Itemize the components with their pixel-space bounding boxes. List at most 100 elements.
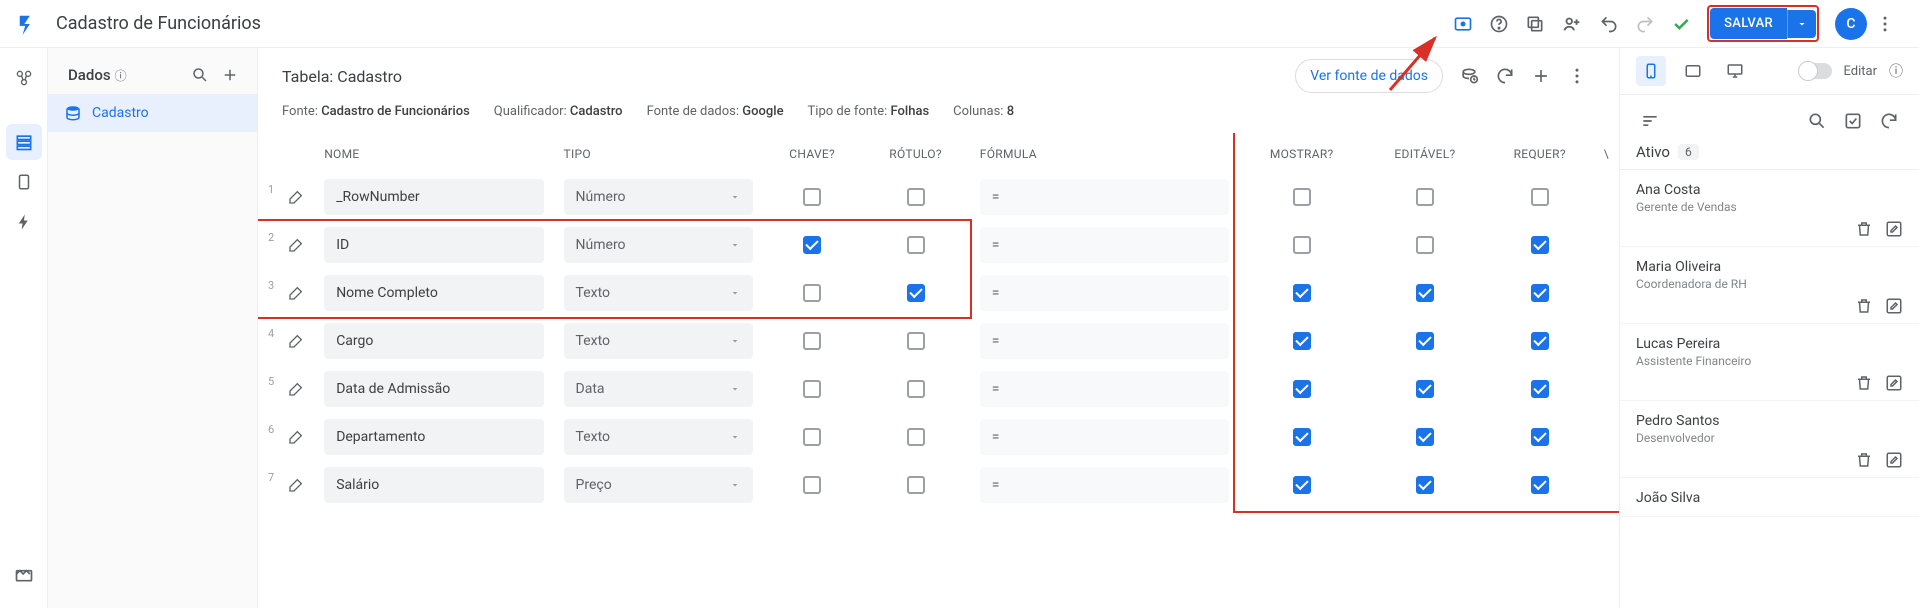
checkbox[interactable] [1416, 476, 1434, 494]
column-name-input[interactable]: Departamento [324, 419, 543, 455]
preview-record[interactable]: Ana CostaGerente de Vendas [1620, 170, 1919, 247]
checkbox[interactable] [1531, 284, 1549, 302]
edit-row-icon[interactable] [278, 269, 314, 317]
more-vert-icon[interactable] [1559, 58, 1595, 94]
copy-icon[interactable] [1517, 6, 1553, 42]
checkbox[interactable] [1416, 332, 1434, 350]
user-avatar[interactable]: C [1835, 8, 1867, 40]
column-name-input[interactable]: _RowNumber [324, 179, 543, 215]
checkbox[interactable] [1293, 476, 1311, 494]
column-type-select[interactable]: Preço [564, 467, 753, 503]
sort-icon[interactable] [1636, 107, 1664, 135]
preview-search-icon[interactable] [1803, 107, 1831, 135]
check-icon[interactable] [1663, 6, 1699, 42]
preview-record[interactable]: João Silva [1620, 478, 1919, 517]
checkbox[interactable] [907, 476, 925, 494]
edit-record-icon[interactable] [1885, 220, 1903, 238]
formula-input[interactable]: = [980, 323, 1229, 359]
edit-row-icon[interactable] [278, 461, 314, 509]
column-type-select[interactable]: Número [564, 227, 753, 263]
nav-home-icon[interactable] [6, 60, 42, 96]
checkbox[interactable] [1416, 188, 1434, 206]
column-type-select[interactable]: Número [564, 179, 753, 215]
nav-views-icon[interactable] [6, 164, 42, 200]
checkbox[interactable] [1293, 380, 1311, 398]
checkbox[interactable] [1531, 236, 1549, 254]
column-type-select[interactable]: Texto [564, 275, 753, 311]
checkbox[interactable] [907, 380, 925, 398]
checkbox[interactable] [907, 236, 925, 254]
help-icon[interactable] [1481, 6, 1517, 42]
edit-row-icon[interactable] [278, 221, 314, 269]
edit-record-icon[interactable] [1885, 374, 1903, 392]
checkbox[interactable] [1531, 188, 1549, 206]
save-dropdown-button[interactable] [1787, 10, 1816, 38]
checkbox[interactable] [907, 188, 925, 206]
add-column-icon[interactable] [1523, 58, 1559, 94]
column-name-input[interactable]: Cargo [324, 323, 543, 359]
more-icon[interactable] [1867, 6, 1903, 42]
column-name-input[interactable]: Nome Completo [324, 275, 543, 311]
delete-record-icon[interactable] [1855, 374, 1873, 392]
edit-row-icon[interactable] [278, 413, 314, 461]
nav-automation-icon[interactable] [6, 204, 42, 240]
nav-settings-icon[interactable] [6, 556, 42, 592]
checkbox[interactable] [803, 380, 821, 398]
formula-input[interactable]: = [980, 419, 1229, 455]
preview-refresh-icon[interactable] [1875, 107, 1903, 135]
checkbox[interactable] [1531, 428, 1549, 446]
redo-icon[interactable] [1627, 6, 1663, 42]
checkbox[interactable] [1416, 284, 1434, 302]
preview-tab-tablet-icon[interactable] [1678, 56, 1708, 86]
formula-input[interactable]: = [980, 179, 1229, 215]
formula-input[interactable]: = [980, 275, 1229, 311]
preview-icon[interactable] [1445, 6, 1481, 42]
checkbox[interactable] [1531, 380, 1549, 398]
checkbox[interactable] [803, 284, 821, 302]
column-type-select[interactable]: Texto [564, 419, 753, 455]
share-icon[interactable] [1553, 5, 1591, 43]
checkbox[interactable] [1416, 380, 1434, 398]
checkbox[interactable] [803, 236, 821, 254]
edit-toggle[interactable] [1800, 63, 1832, 79]
formula-input[interactable]: = [980, 227, 1229, 263]
app-logo-icon[interactable] [16, 12, 40, 36]
info-icon[interactable]: ⓘ [115, 67, 127, 84]
view-source-button[interactable]: Ver fonte de dados [1295, 59, 1443, 93]
checkbox[interactable] [1531, 476, 1549, 494]
checkbox[interactable] [803, 476, 821, 494]
checkbox[interactable] [1293, 428, 1311, 446]
nav-data-icon[interactable] [6, 124, 42, 160]
delete-record-icon[interactable] [1855, 297, 1873, 315]
refresh-icon[interactable] [1487, 58, 1523, 94]
checkbox[interactable] [907, 332, 925, 350]
preview-select-icon[interactable] [1839, 107, 1867, 135]
column-name-input[interactable]: ID [324, 227, 543, 263]
checkbox[interactable] [1416, 428, 1434, 446]
formula-input[interactable]: = [980, 467, 1229, 503]
preview-tab-desktop-icon[interactable] [1720, 56, 1750, 86]
sidebar-item-cadastro[interactable]: Cadastro [48, 94, 257, 132]
column-name-input[interactable]: Salário [324, 467, 543, 503]
checkbox[interactable] [1293, 284, 1311, 302]
add-table-icon[interactable] [215, 60, 245, 90]
edit-row-icon[interactable] [278, 173, 314, 221]
checkbox[interactable] [1293, 236, 1311, 254]
delete-record-icon[interactable] [1855, 451, 1873, 469]
edit-record-icon[interactable] [1885, 451, 1903, 469]
regenerate-icon[interactable] [1451, 58, 1487, 94]
edit-row-icon[interactable] [278, 317, 314, 365]
edit-row-icon[interactable] [278, 365, 314, 413]
preview-tab-mobile-icon[interactable] [1636, 56, 1666, 86]
checkbox[interactable] [803, 428, 821, 446]
save-button[interactable]: SALVAR [1710, 8, 1787, 39]
edit-record-icon[interactable] [1885, 297, 1903, 315]
checkbox[interactable] [1293, 332, 1311, 350]
checkbox[interactable] [1531, 332, 1549, 350]
preview-record[interactable]: Lucas PereiraAssistente Financeiro [1620, 324, 1919, 401]
delete-record-icon[interactable] [1855, 220, 1873, 238]
checkbox[interactable] [1416, 236, 1434, 254]
column-name-input[interactable]: Data de Admissão [324, 371, 543, 407]
search-icon[interactable] [185, 60, 215, 90]
undo-icon[interactable] [1591, 6, 1627, 42]
